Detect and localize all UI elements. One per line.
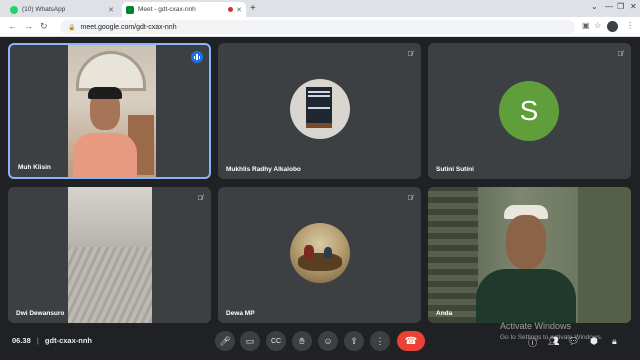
lock-icon: 🔒	[68, 24, 76, 31]
close-window-icon[interactable]: ✕	[630, 2, 637, 11]
meeting-time: 06.38	[12, 336, 31, 345]
phone-hangup-icon: ☎︎	[404, 335, 418, 347]
bookmark-star-icon[interactable]: ☆	[594, 21, 601, 30]
present-icon: ⇪	[350, 335, 358, 346]
microphone-button[interactable]: 🎤︎	[215, 331, 235, 351]
menu-icon[interactable]: ⋮	[626, 21, 634, 30]
minimize-icon[interactable]: —	[605, 2, 613, 11]
tab-meet[interactable]: Meet - gdt-cxax-nnh ✕	[122, 2, 246, 17]
activate-windows-watermark: Activate Windows Go to Settings to activ…	[500, 320, 603, 344]
raise-hand-button[interactable]: ✋︎	[292, 331, 312, 351]
watermark-subtitle: Go to Settings to activate Windows.	[500, 334, 603, 341]
participant-tile-sutini[interactable]: 🎙̸ S Sutini Sutini	[428, 43, 631, 179]
participant-tile-self[interactable]: Anda	[428, 187, 631, 323]
participant-tile-dewa[interactable]: 🎙̸ Dewa MP	[218, 187, 421, 323]
more-options-button[interactable]: ⋮	[370, 331, 390, 351]
participant-video	[68, 187, 152, 323]
forward-icon[interactable]: →	[24, 21, 33, 31]
participant-avatar-photo	[289, 223, 350, 283]
emoji-icon: ☺	[323, 336, 333, 346]
mic-off-icon: 🎙̸	[407, 50, 413, 58]
tab-whatsapp[interactable]: (10) WhatsApp ✕	[6, 2, 118, 17]
participant-video	[428, 187, 631, 323]
microphone-icon: 🎤︎	[219, 335, 231, 346]
new-tab-button[interactable]: +	[250, 3, 256, 14]
hand-icon: ✋︎	[299, 335, 305, 346]
mic-off-icon: 🎙̸	[407, 194, 413, 202]
participant-name: Dewa MP	[226, 310, 255, 317]
url-text: meet.google.com/gdt-cxax-nnh	[80, 23, 177, 31]
close-tab-icon[interactable]: ✕	[108, 6, 114, 14]
close-tab-icon[interactable]: ✕	[236, 6, 242, 14]
profile-avatar[interactable]	[607, 21, 618, 32]
back-icon[interactable]: ←	[8, 21, 17, 31]
participant-name: Muh Klisin	[18, 164, 51, 171]
whatsapp-icon	[10, 5, 18, 14]
address-bar-row: ← → ↻ 🔒 meet.google.com/gdt-cxax-nnh ▣ ☆…	[0, 17, 640, 37]
participant-name: Dwi Dewansuro	[16, 310, 65, 317]
participant-tile-dwi[interactable]: 🎙̸ Dwi Dewansuro	[8, 187, 211, 323]
speaking-indicator-icon	[191, 51, 203, 63]
meeting-info: 06.38 | gdt-cxax-nnh	[12, 336, 92, 345]
participant-name: Mukhlis Radhy Alkalobo	[226, 166, 301, 173]
participant-name: Anda	[436, 310, 453, 317]
avatar: S	[499, 81, 559, 141]
participant-tile-mukhlis[interactable]: 🎙̸ Mukhlis Radhy Alkalobo	[218, 43, 421, 179]
participant-name: Sutini Sutini	[436, 166, 474, 173]
mic-off-icon: 🎙̸	[197, 194, 203, 202]
url-field[interactable]: 🔒 meet.google.com/gdt-cxax-nnh	[60, 20, 575, 34]
camera-button[interactable]: ▭	[240, 331, 260, 351]
meet-icon	[126, 5, 134, 14]
meeting-separator: |	[36, 336, 39, 345]
captions-button[interactable]: CC	[266, 331, 286, 351]
captions-icon: CC	[270, 337, 282, 345]
browser-tab-strip: (10) WhatsApp ✕ Meet - gdt-cxax-nnh ✕ + …	[0, 0, 640, 17]
reload-icon[interactable]: ↻	[40, 21, 48, 32]
camera-icon: ▭	[245, 335, 255, 346]
participant-video	[68, 45, 156, 177]
meeting-code: gdt-cxax-nnh	[44, 336, 93, 345]
mic-off-icon: 🎙̸	[617, 50, 623, 58]
recording-indicator-icon	[228, 7, 234, 12]
maximize-icon[interactable]: ❐	[617, 2, 624, 11]
participant-tile-muh-klisin[interactable]: Muh Klisin	[8, 43, 211, 179]
tab-title: (10) WhatsApp	[22, 6, 66, 13]
reactions-button[interactable]: ☺	[318, 331, 338, 351]
present-button[interactable]: ⇪	[344, 331, 364, 351]
more-vert-icon: ⋮	[375, 335, 385, 346]
watermark-title: Activate Windows	[500, 321, 572, 331]
avatar-initial: S	[519, 95, 539, 126]
host-controls-icon[interactable]: 🔒︎	[612, 336, 617, 347]
tab-title: Meet - gdt-cxax-nnh	[138, 6, 196, 13]
end-call-button[interactable]: ☎︎	[397, 331, 425, 351]
participant-avatar-photo	[289, 79, 350, 139]
tab-search-icon[interactable]: ⌄	[591, 2, 598, 11]
camera-in-use-icon[interactable]: ▣	[582, 21, 590, 30]
